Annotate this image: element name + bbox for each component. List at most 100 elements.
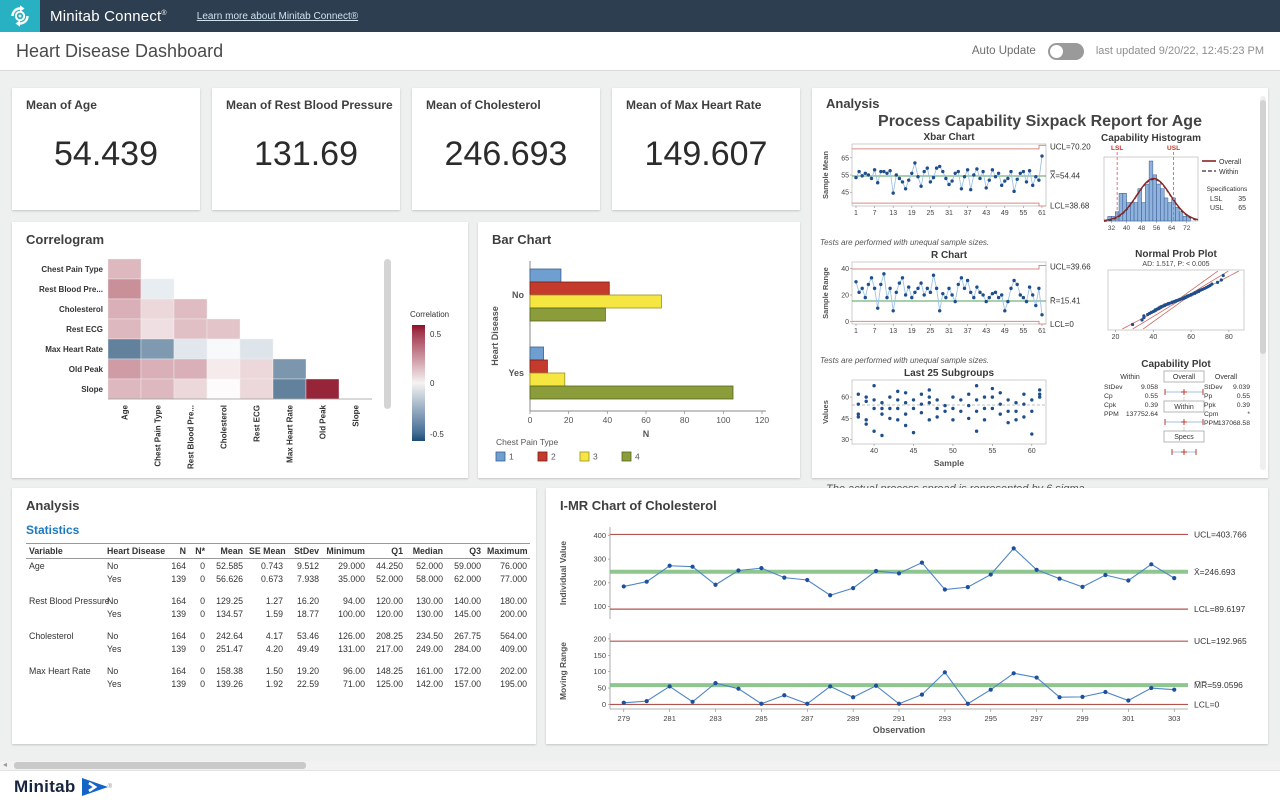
svg-text:StDev: StDev [1104, 384, 1123, 391]
svg-text:M̅R̅=59.0596: M̅R̅=59.0596 [1194, 680, 1243, 690]
stats-cell: 44.250 [368, 559, 406, 573]
svg-text:Yes: Yes [508, 368, 524, 378]
stats-table-row: Yes1390139.261.9222.5971.00125.00142.001… [26, 677, 530, 690]
svg-text:299: 299 [1076, 714, 1089, 723]
stats-cell: 202.00 [484, 664, 530, 677]
svg-text:Observation: Observation [873, 725, 926, 735]
svg-text:0.5: 0.5 [430, 330, 442, 339]
svg-text:Sample Range: Sample Range [821, 267, 830, 319]
svg-text:9.058: 9.058 [1141, 384, 1158, 391]
svg-text:Cholesterol: Cholesterol [59, 305, 103, 314]
stats-cell: Max Heart Rate [26, 664, 104, 677]
imr-chart: 100200300400UCL=403.766X̄=246.693LCL=89.… [552, 519, 1258, 737]
stats-cell: 217.00 [368, 642, 406, 655]
svg-text:Age: Age [121, 404, 130, 420]
svg-text:48: 48 [1138, 225, 1146, 232]
scrollbar-vertical[interactable] [1260, 96, 1266, 470]
toggle-knob [1050, 45, 1063, 58]
scroll-left-arrow-icon[interactable]: ◂ [3, 760, 7, 769]
sixpack-report-title: Process Capability Sixpack Report for Ag… [812, 113, 1268, 131]
scrollbar-horizontal[interactable]: ◂ [0, 761, 1280, 770]
stats-cell: 19.20 [286, 664, 322, 677]
scrollbar-thumb[interactable] [14, 762, 306, 769]
svg-text:Capability Plot: Capability Plot [1141, 359, 1211, 370]
svg-text:25: 25 [927, 210, 935, 217]
svg-text:LCL=38.68: LCL=38.68 [1050, 202, 1090, 211]
stats-cell: 94.00 [322, 594, 368, 607]
svg-text:0.39: 0.39 [1145, 402, 1158, 409]
svg-text:72: 72 [1183, 225, 1191, 232]
svg-text:30: 30 [841, 437, 849, 444]
svg-text:31: 31 [945, 210, 953, 217]
stats-cell: 0 [189, 559, 208, 573]
svg-text:USL: USL [1167, 145, 1180, 152]
stats-cell: 139 [164, 677, 189, 690]
stats-cell: 1.27 [246, 594, 286, 607]
correlogram-heatmap: Chest Pain TypeRest Blood Pre...Choleste… [20, 253, 460, 477]
stats-cell: 0 [189, 642, 208, 655]
panel-title: Correlogram [12, 222, 468, 247]
svg-text:Xbar Chart: Xbar Chart [923, 132, 975, 143]
stats-col-header: Variable [26, 544, 104, 559]
svg-text:281: 281 [663, 714, 676, 723]
kpi-value: 246.693 [412, 112, 600, 210]
svg-text:Correlation: Correlation [410, 310, 449, 319]
svg-text:Specifications: Specifications [1207, 186, 1248, 193]
svg-text:Cpk: Cpk [1104, 402, 1117, 409]
stats-cell: No [104, 594, 164, 607]
stats-cell: 0 [189, 677, 208, 690]
stats-col-header: Median [406, 544, 446, 559]
svg-text:45: 45 [841, 416, 849, 423]
stats-cell: No [104, 664, 164, 677]
stats-cell: 0 [189, 594, 208, 607]
svg-text:Overall: Overall [1219, 159, 1242, 166]
kpi-label: Mean of Rest Blood Pressure [212, 88, 400, 112]
minitab-connect-logo-icon[interactable] [0, 0, 40, 32]
kpi-value: 149.607 [612, 112, 800, 210]
stats-cell: 249.00 [406, 642, 446, 655]
svg-text:Heart Disease: Heart Disease [490, 306, 500, 366]
svg-text:9.039: 9.039 [1233, 384, 1250, 391]
footer-brand-text: Minitab [14, 777, 76, 797]
stats-cell: 4.17 [246, 629, 286, 642]
stats-cell: 564.00 [484, 629, 530, 642]
svg-text:AD: 1.517, P: < 0.005: AD: 1.517, P: < 0.005 [1142, 261, 1209, 268]
stats-cell: Age [26, 559, 104, 573]
svg-text:*: * [1247, 411, 1250, 418]
auto-update-toggle[interactable] [1048, 43, 1084, 60]
svg-text:Within: Within [1174, 404, 1194, 411]
analysis-statistics-panel: Analysis Statistics VariableHeart Diseas… [12, 488, 536, 744]
stats-cell: 7.938 [286, 572, 322, 585]
svg-text:300: 300 [593, 555, 606, 564]
correlogram-panel: Correlogram Chest Pain TypeRest Blood Pr… [12, 222, 468, 478]
scrollbar-thumb[interactable] [1260, 100, 1266, 354]
svg-text:31: 31 [945, 328, 953, 335]
stats-cell: 1.92 [246, 677, 286, 690]
stats-cell: Rest Blood Pressure [26, 594, 104, 607]
svg-text:Moving Range: Moving Range [558, 642, 568, 700]
svg-text:56: 56 [1153, 225, 1161, 232]
stats-cell: 125.00 [368, 677, 406, 690]
stats-cell: Yes [104, 642, 164, 655]
svg-text:Within: Within [1120, 374, 1140, 381]
stats-cell: 130.00 [406, 594, 446, 607]
stats-cell: 139 [164, 642, 189, 655]
stats-cell: 76.000 [484, 559, 530, 573]
stats-cell: 139 [164, 572, 189, 585]
stats-cell: 142.00 [406, 677, 446, 690]
stats-cell: 120.00 [368, 594, 406, 607]
svg-text:19: 19 [908, 328, 916, 335]
panel-title: I-MR Chart of Cholesterol [546, 488, 1268, 513]
svg-text:137068.58: 137068.58 [1218, 420, 1250, 427]
stats-table-row: Rest Blood PressureNo1640129.251.2716.20… [26, 594, 530, 607]
svg-text:R̄=15.41: R̄=15.41 [1050, 297, 1081, 306]
svg-text:N: N [643, 429, 650, 439]
stats-cell: 71.00 [322, 677, 368, 690]
stats-cell: 53.46 [286, 629, 322, 642]
svg-text:LCL=0: LCL=0 [1050, 320, 1074, 329]
svg-text:61: 61 [1038, 210, 1046, 217]
stats-cell: 200.00 [484, 607, 530, 620]
learn-more-link[interactable]: Learn more about Minitab Connect® [197, 11, 358, 22]
stats-cell: 145.00 [446, 607, 484, 620]
stats-cell: No [104, 629, 164, 642]
